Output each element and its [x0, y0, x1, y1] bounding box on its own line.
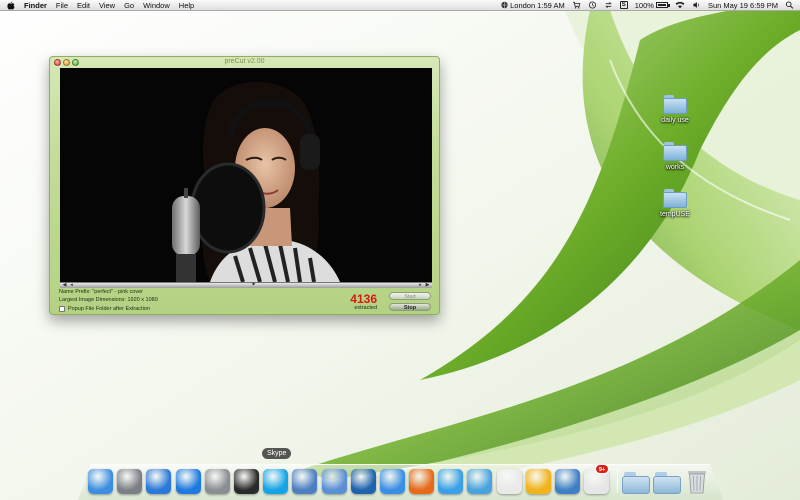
wifi-icon[interactable] — [675, 1, 685, 9]
desktop-folder-daily-use[interactable]: daily use — [653, 95, 697, 124]
popup-folder-label: Popup File Folder after Extraction — [68, 306, 150, 312]
app-store-dock-icon[interactable] — [175, 469, 201, 494]
battery-text: 100% — [634, 0, 654, 10]
volume-icon[interactable] — [692, 1, 701, 9]
safari-dock-icon[interactable] — [379, 469, 405, 494]
clock-datetime[interactable]: Sun May 19 6:59 PM — [708, 0, 778, 11]
timemachine-icon[interactable] — [588, 1, 597, 9]
menu-edit[interactable]: Edit — [77, 0, 90, 11]
messages-dock-icon[interactable] — [438, 469, 464, 494]
extracted-label: extracted — [354, 305, 377, 311]
battery-status[interactable]: 100% — [634, 0, 670, 11]
apple-menu-icon[interactable] — [6, 1, 16, 10]
menu-bar: Finder File Edit View Go Window Help Lon… — [0, 0, 800, 11]
pen-dock-icon[interactable] — [321, 469, 347, 494]
cart-icon[interactable] — [572, 1, 581, 9]
finder-dock-icon[interactable] — [88, 469, 113, 494]
popup-folder-checkbox[interactable] — [59, 306, 65, 312]
folder-icon — [663, 189, 687, 208]
s-badge-icon: S — [619, 1, 628, 9]
dock — [88, 464, 613, 494]
dashboard-dock-icon[interactable] — [233, 469, 259, 494]
menu-extra-s[interactable]: S — [619, 1, 628, 9]
rewind-icon[interactable]: ◀ — [61, 283, 68, 288]
google-earth-dock-icon[interactable] — [350, 469, 376, 494]
world-clock-text: London 1:59 AM — [510, 0, 565, 10]
notification-badge: 9+ — [595, 464, 609, 474]
window-title: preCut v2.00 — [224, 58, 265, 65]
trash-icon[interactable] — [686, 468, 708, 494]
desktop-folder-tempuse[interactable]: tempUSE — [653, 189, 697, 218]
skype-dock-icon[interactable] — [263, 469, 289, 494]
preview-dock-icon[interactable] — [292, 469, 318, 494]
menu-go[interactable]: Go — [124, 0, 134, 11]
rocket-dock-icon[interactable] — [117, 469, 143, 494]
system-preferences-dock-icon[interactable] — [204, 469, 230, 494]
colorsync-dock-icon[interactable] — [525, 469, 551, 494]
sync-icon[interactable] — [604, 1, 613, 9]
applications-stack-icon[interactable] — [622, 472, 650, 494]
name-prefix-text: Name Prefix: "perfect" - pink cover — [59, 289, 143, 295]
menu-view[interactable]: View — [99, 0, 115, 11]
folder-label: works — [665, 164, 685, 171]
folder-label: tempUSE — [660, 211, 690, 218]
firefox-dock-icon[interactable] — [409, 469, 435, 494]
desktop-folder-works[interactable]: works — [653, 142, 697, 171]
spotlight-search-icon[interactable] — [785, 1, 794, 9]
textedit-dock-icon[interactable] — [496, 469, 522, 494]
folder-icon — [663, 142, 687, 161]
globe-icon — [501, 1, 508, 9]
extracted-count: 4136 — [350, 292, 377, 306]
largest-dimensions-text: Largest Image Dimensions: 1920 x 1080 — [59, 297, 158, 303]
start-button[interactable]: Start — [389, 292, 431, 300]
stop-button[interactable]: Stop — [389, 303, 431, 311]
xcode-dock-icon[interactable] — [555, 469, 580, 494]
menu-help[interactable]: Help — [179, 0, 194, 11]
video-scrubber[interactable]: ◀ ◂ ✦ ▸ ▶ — [60, 282, 432, 288]
world-clock[interactable]: London 1:59 AM — [500, 0, 565, 11]
scrubber-thumb-icon[interactable]: ✦ — [251, 282, 256, 288]
menu-app-finder[interactable]: Finder — [24, 0, 47, 11]
folder-label: daily use — [661, 117, 689, 124]
menu-window[interactable]: Window — [143, 0, 170, 11]
step-back-icon[interactable]: ◂ — [68, 283, 75, 288]
fast-forward-icon[interactable]: ▶ — [424, 283, 431, 288]
itunes-dock-icon[interactable] — [146, 469, 172, 494]
downloads-stack-icon[interactable] — [653, 472, 681, 494]
step-forward-icon[interactable]: ▸ — [417, 283, 424, 288]
window-titlebar[interactable]: preCut v2.00 — [50, 57, 439, 68]
dock-tooltip: Skype — [262, 448, 292, 459]
mail-dock-icon[interactable] — [467, 469, 493, 494]
dock-stacks — [622, 464, 708, 494]
video-frame — [60, 68, 432, 282]
folder-icon — [663, 95, 687, 114]
precut-window: preCut v2.00 ◀ ◂ ✦ ▸ ▶ Name Prefix: "per… — [49, 56, 440, 315]
dock-separator — [617, 468, 618, 493]
menu-file[interactable]: File — [56, 0, 68, 11]
battery-icon — [655, 2, 670, 8]
